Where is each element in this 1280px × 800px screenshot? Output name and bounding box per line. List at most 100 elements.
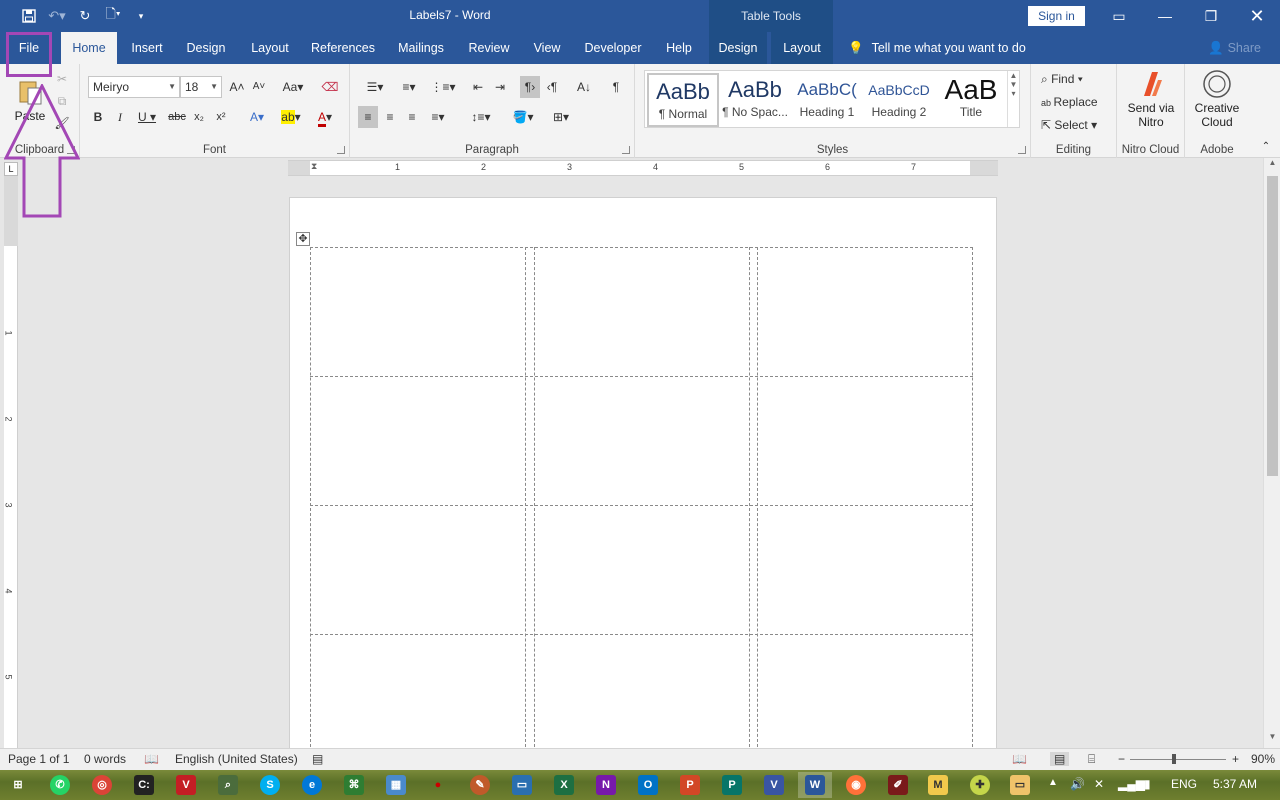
- word-taskbar-active[interactable]: W: [798, 772, 832, 798]
- select-button[interactable]: ⇱ Select ▾: [1041, 114, 1111, 136]
- share-button[interactable]: 👤 Share: [1208, 32, 1261, 64]
- gallery-scroll[interactable]: ▲ ▼ ▾: [1007, 71, 1019, 127]
- file-explorer-icon[interactable]: ▭: [1010, 775, 1030, 795]
- send-via-nitro-button[interactable]: Send via Nitro: [1117, 70, 1185, 129]
- word-count[interactable]: 0 words: [84, 752, 126, 766]
- scroll-thumb[interactable]: [1267, 176, 1278, 476]
- proofing-icon[interactable]: 📖: [144, 752, 159, 766]
- visio-icon[interactable]: V: [764, 775, 784, 795]
- minimize-icon[interactable]: —: [1150, 4, 1180, 28]
- vertical-ruler[interactable]: 1 2 3 4 5: [4, 176, 18, 748]
- align-center-icon[interactable]: ≡: [380, 106, 400, 128]
- tab-table-layout[interactable]: Layout: [771, 32, 833, 64]
- zoom-level[interactable]: 90%: [1251, 752, 1275, 766]
- multilevel-list-icon[interactable]: ⋮≡▾: [428, 76, 458, 98]
- zoom-slider[interactable]: [1130, 754, 1226, 764]
- style-heading-2[interactable]: AaBbCcD Heading 2: [863, 73, 935, 127]
- style-title[interactable]: AaB Title: [935, 73, 1007, 127]
- app-v-icon[interactable]: V: [176, 775, 196, 795]
- replace-button[interactable]: ab Replace: [1041, 91, 1117, 113]
- superscript-icon[interactable]: x²: [212, 106, 230, 128]
- zoom-in-icon[interactable]: +: [1232, 752, 1239, 766]
- zoom-out-icon[interactable]: −: [1118, 752, 1125, 766]
- search-app-icon[interactable]: ⌕: [218, 775, 238, 795]
- shrink-font-icon[interactable]: A˅: [250, 76, 268, 98]
- scroll-up-icon[interactable]: ▲: [1264, 158, 1280, 174]
- paint-icon[interactable]: ✎: [470, 775, 490, 795]
- macro-icon[interactable]: ▤: [312, 752, 323, 766]
- collapse-ribbon-icon[interactable]: ⌃: [1258, 136, 1274, 158]
- network-off-icon[interactable]: ✕: [1094, 777, 1104, 791]
- decrease-indent-icon[interactable]: ⇤: [468, 76, 488, 98]
- tab-mailings[interactable]: Mailings: [390, 32, 452, 64]
- battery-icon[interactable]: ▮: [1144, 777, 1151, 791]
- signal-icon[interactable]: ▂▄▆: [1118, 777, 1145, 791]
- strikethrough-icon[interactable]: abc: [166, 106, 188, 128]
- font-color-icon[interactable]: A▾: [310, 106, 340, 128]
- clear-formatting-icon[interactable]: ⌫: [320, 76, 340, 98]
- onenote-icon[interactable]: N: [596, 775, 616, 795]
- app-globe-icon[interactable]: ✚: [970, 775, 990, 795]
- tab-design[interactable]: Design: [180, 32, 232, 64]
- whatsapp-icon[interactable]: ✆: [50, 775, 70, 795]
- italic-icon[interactable]: I: [112, 106, 128, 128]
- language-status[interactable]: English (United States): [175, 752, 298, 766]
- excel-icon[interactable]: X: [554, 775, 574, 795]
- borders-icon[interactable]: ⊞▾: [546, 106, 576, 128]
- page-count[interactable]: Page 1 of 1: [8, 752, 69, 766]
- paragraph-launcher-icon[interactable]: [622, 146, 630, 154]
- horizontal-ruler[interactable]: 1 2 3 4 5 6 7 ⧗: [288, 160, 998, 176]
- change-case-icon[interactable]: Aa▾: [278, 76, 308, 98]
- close-icon[interactable]: ✕: [1242, 4, 1272, 28]
- zoom-slider-thumb[interactable]: [1172, 754, 1176, 764]
- tab-developer[interactable]: Developer: [578, 32, 648, 64]
- volume-icon[interactable]: 🔊: [1070, 777, 1085, 791]
- style-heading-1[interactable]: AaBbC( Heading 1: [791, 73, 863, 127]
- styles-launcher-icon[interactable]: [1018, 146, 1026, 154]
- powerpoint-icon[interactable]: P: [680, 775, 700, 795]
- align-left-icon[interactable]: ≡: [358, 106, 378, 128]
- tab-help[interactable]: Help: [658, 32, 700, 64]
- input-language[interactable]: ENG: [1171, 777, 1197, 791]
- justify-icon[interactable]: ≡▾: [424, 106, 452, 128]
- tell-me-search[interactable]: 💡 Tell me what you want to do: [848, 32, 1026, 64]
- tray-overflow-icon[interactable]: ▲: [1048, 777, 1058, 788]
- sign-in-button[interactable]: Sign in: [1028, 6, 1085, 26]
- app-brush-icon[interactable]: ✐: [888, 775, 908, 795]
- shading-icon[interactable]: 🪣▾: [508, 106, 538, 128]
- bullets-icon[interactable]: ☰▾: [360, 76, 390, 98]
- grow-font-icon[interactable]: A˄: [228, 76, 246, 98]
- publisher-icon[interactable]: P: [722, 775, 742, 795]
- tab-references[interactable]: References: [306, 32, 380, 64]
- tab-layout[interactable]: Layout: [244, 32, 296, 64]
- subscript-icon[interactable]: x₂: [190, 106, 208, 128]
- skype-icon[interactable]: S: [260, 775, 280, 795]
- table-move-handle-icon[interactable]: ✥: [296, 232, 310, 246]
- underline-icon[interactable]: U ▾: [134, 106, 160, 128]
- cmd-icon[interactable]: C:: [134, 775, 154, 795]
- align-right-icon[interactable]: ≡: [402, 106, 422, 128]
- highlight-icon[interactable]: ab▾: [276, 106, 306, 128]
- font-name-combo[interactable]: Meiryo ▼: [88, 76, 180, 98]
- outlook-icon[interactable]: O: [638, 775, 658, 795]
- line-spacing-icon[interactable]: ↕≡▾: [466, 106, 496, 128]
- creative-cloud-button[interactable]: Creative Cloud: [1185, 70, 1249, 129]
- show-formatting-icon[interactable]: ¶: [606, 76, 626, 98]
- style-normal[interactable]: AaBb ¶ Normal: [647, 73, 719, 127]
- clock[interactable]: 5:37 AM: [1213, 777, 1257, 791]
- scroll-down-icon[interactable]: ▼: [1264, 732, 1280, 748]
- chrome-icon[interactable]: ◎: [92, 775, 112, 795]
- calculator-icon[interactable]: ▦: [386, 775, 406, 795]
- print-layout-icon[interactable]: ▤: [1050, 752, 1070, 766]
- tab-view[interactable]: View: [526, 32, 568, 64]
- tab-review[interactable]: Review: [462, 32, 516, 64]
- tab-insert[interactable]: Insert: [124, 32, 170, 64]
- network-app-icon[interactable]: ⌘: [344, 775, 364, 795]
- labels-table[interactable]: [310, 247, 973, 757]
- read-mode-icon[interactable]: 📖: [1012, 752, 1027, 766]
- ltr-icon[interactable]: ¶›: [520, 76, 540, 98]
- tab-table-design[interactable]: Design: [709, 32, 767, 64]
- edge-icon[interactable]: e: [302, 775, 322, 795]
- style-no-spacing[interactable]: AaBb ¶ No Spac...: [719, 73, 791, 127]
- increase-indent-icon[interactable]: ⇥: [490, 76, 510, 98]
